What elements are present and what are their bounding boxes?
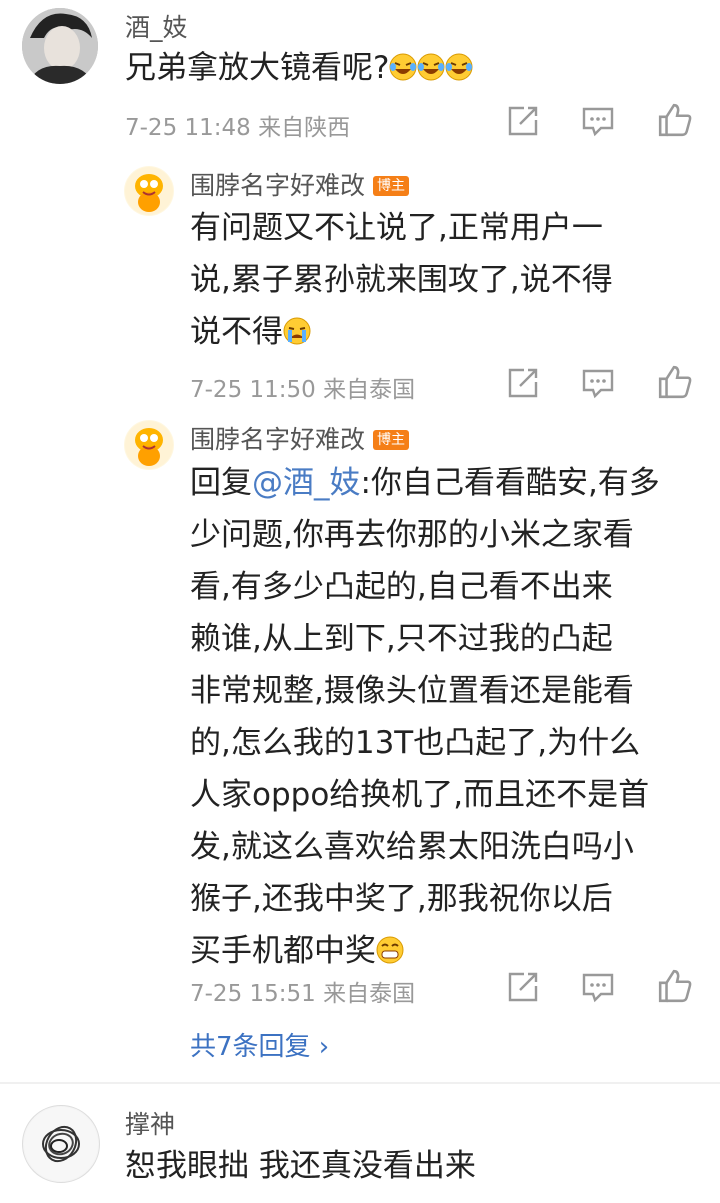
comment-button[interactable] <box>581 970 615 1008</box>
like-icon <box>658 969 692 1003</box>
share-button[interactable] <box>506 104 540 142</box>
reply-text-line: :你自己看看酷安,有多 <box>360 465 660 501</box>
avatar[interactable] <box>22 8 98 84</box>
reply-text-line: 猴子,还我中奖了,那我祝你以后 <box>190 881 613 917</box>
author-badge: 博主 <box>373 430 410 450</box>
like-icon <box>658 365 692 399</box>
reply-author[interactable]: 围脖名字好难改 博主 <box>190 166 410 202</box>
reply-author-name[interactable]: 围脖名字好难改 <box>190 425 365 454</box>
reply-text-line: 非常规整,摄像头位置看还是能看 <box>190 673 634 709</box>
like-button[interactable] <box>657 364 693 404</box>
comment-icon <box>582 107 614 137</box>
share-icon <box>508 368 538 398</box>
comment-text: 恕我眼拙 我还真没看出来 <box>125 1148 476 1184</box>
reply-author-name[interactable]: 围脖名字好难改 <box>190 171 365 200</box>
comment-text: 兄弟拿放大镜看呢? <box>125 42 473 94</box>
reply-text: 有问题又不让说了,正常用户一 说,累子累孙就来围攻了,说不得 说不得 <box>190 202 613 358</box>
avatar[interactable] <box>22 1105 100 1183</box>
reply-meta: 7-25 15:51 来自泰国 <box>190 981 416 1007</box>
reply-text-line: 人家oppo给换机了,而且还不是首 <box>190 777 650 813</box>
crying-emoji-icon <box>283 317 311 345</box>
comment-button[interactable] <box>581 366 615 404</box>
divider <box>0 1082 720 1084</box>
comment-icon <box>582 973 614 1003</box>
comment-text-content: 兄弟拿放大镜看呢? <box>125 50 390 86</box>
comment-button[interactable] <box>581 104 615 142</box>
reply-text-line: 看,有多少凸起的,自己看不出来 <box>190 569 613 605</box>
reply-text-line: 发,就这么喜欢给累太阳洗白吗小 <box>190 829 634 865</box>
comment-icon <box>582 369 614 399</box>
author-badge: 博主 <box>373 176 410 196</box>
reply-text-line: 说,累子累孙就来围攻了,说不得 <box>190 262 613 298</box>
reply-text-line: 赖谁,从上到下,只不过我的凸起 <box>190 621 613 657</box>
comment-meta: 7-25 11:48 来自陕西 <box>125 115 351 141</box>
reply-author[interactable]: 围脖名字好难改 博主 <box>190 420 410 456</box>
avatar[interactable] <box>124 166 174 216</box>
comment-author[interactable]: 撑神 <box>125 1105 175 1141</box>
share-icon <box>508 106 538 136</box>
like-icon <box>658 103 692 137</box>
reply-text-line: 的,怎么我的13T也凸起了,为什么 <box>190 725 641 761</box>
avatar[interactable] <box>124 420 174 470</box>
reply-text-line: 说不得 <box>190 314 283 350</box>
like-button[interactable] <box>657 102 693 142</box>
laugh-cry-emoji-icon <box>389 50 473 86</box>
reply-text-line: 少问题,你再去你那的小米之家看 <box>190 517 634 553</box>
grin-emoji-icon <box>376 936 404 964</box>
reply-text-line: 买手机都中奖 <box>190 933 376 969</box>
share-button[interactable] <box>506 366 540 404</box>
more-replies-link[interactable]: 共7条回复 › <box>190 1026 329 1063</box>
reply-text: 回复@酒_妓:你自己看看酷安,有多 少问题,你再去你那的小米之家看 看,有多少凸… <box>190 457 660 977</box>
comment-author[interactable]: 酒_妓 <box>125 8 188 44</box>
share-button[interactable] <box>506 970 540 1008</box>
like-button[interactable] <box>657 968 693 1008</box>
reply-prefix: 回复 <box>190 465 252 501</box>
mention-link[interactable]: @酒_妓 <box>252 465 361 501</box>
reply-meta: 7-25 11:50 来自泰国 <box>190 377 416 403</box>
share-icon <box>508 972 538 1002</box>
reply-text-line: 有问题又不让说了,正常用户一 <box>190 210 603 246</box>
